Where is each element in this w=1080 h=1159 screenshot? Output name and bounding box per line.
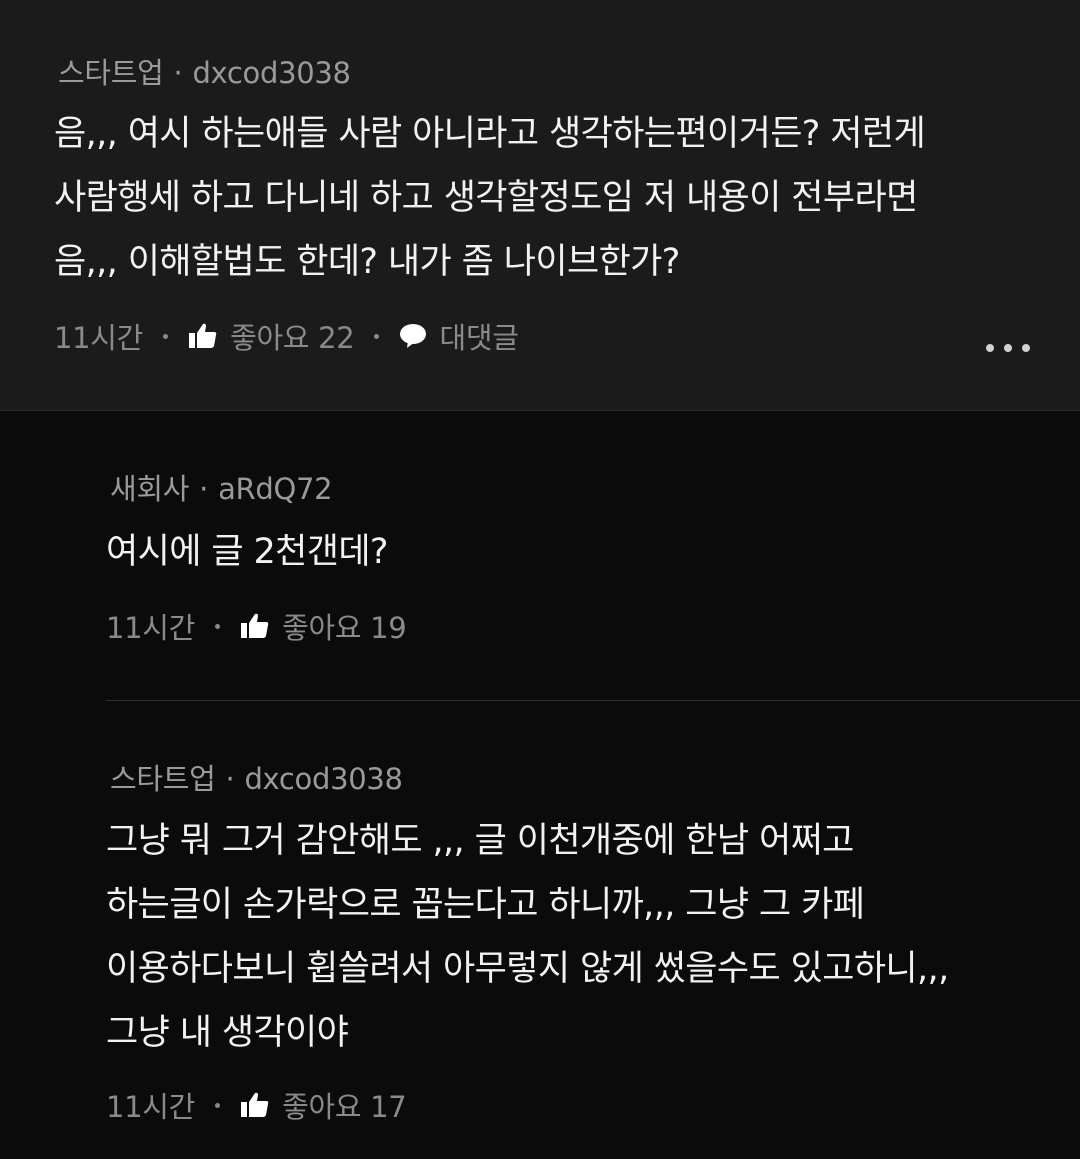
thumbs-up-icon[interactable] <box>240 612 270 640</box>
meta-separator: · <box>225 762 235 796</box>
footer-separator <box>374 333 380 339</box>
reply-meta: 스타트업 · dxcod3038 <box>110 756 403 798</box>
reply-footer: 11시간 좋아요 19 <box>106 604 407 648</box>
meta-separator: · <box>199 472 209 506</box>
like-count[interactable]: 좋아요 17 <box>282 1084 407 1126</box>
more-dot <box>1022 344 1030 352</box>
author-nickname[interactable]: dxcod3038 <box>192 56 351 90</box>
reply-text: 그냥 뭐 그거 감안해도 ,,, 글 이천개중에 한남 어쩌고 하는글이 손가락… <box>106 821 949 1053</box>
reply-footer: 11시간 좋아요 17 <box>106 1083 407 1127</box>
meta-separator: · <box>173 56 183 90</box>
more-options-icon[interactable] <box>986 338 1030 358</box>
comment-card: 스타트업 · dxcod3038 음,,, 여시 하는애들 사람 아니라고 생각하는… <box>0 0 1080 411</box>
author-company: 스타트업 <box>58 56 164 90</box>
comment-meta: 스타트업 · dxcod3038 <box>58 50 351 92</box>
author-nickname[interactable]: aRdQ72 <box>218 472 333 506</box>
reply-time: 11시간 <box>106 1090 196 1124</box>
like-count[interactable]: 좋아요 22 <box>230 315 355 357</box>
author-company: 스타트업 <box>110 762 216 796</box>
comment-footer: 11시간 좋아요 22 대댓글 <box>54 314 519 358</box>
reply-button[interactable]: 대댓글 <box>439 315 518 357</box>
thumbs-up-icon[interactable] <box>188 322 218 350</box>
reply-text: 여시에 글 2천갠데? <box>106 532 389 572</box>
reply-card: 새회사 · aRdQ72 여시에 글 2천갠데? 11시간 좋아요 19 <box>0 410 1080 700</box>
footer-separator <box>215 623 221 629</box>
reply-time: 11시간 <box>106 611 196 645</box>
like-count[interactable]: 좋아요 19 <box>282 605 407 647</box>
comment-time: 11시간 <box>54 321 144 355</box>
author-nickname[interactable]: dxcod3038 <box>244 762 403 796</box>
reply-meta: 새회사 · aRdQ72 <box>110 466 333 508</box>
comment-text: 음,,, 여시 하는애들 사람 아니라고 생각하는편이거든? 저런게 사람행세 … <box>54 114 926 282</box>
footer-separator <box>215 1102 221 1108</box>
author-company: 새회사 <box>110 472 190 506</box>
thumbs-up-icon[interactable] <box>240 1091 270 1119</box>
footer-separator <box>163 333 169 339</box>
more-dot <box>986 344 994 352</box>
reply-card: 스타트업 · dxcod3038 그냥 뭐 그거 감안해도 ,,, 글 이천개중에 … <box>0 701 1080 1159</box>
speech-bubble-icon[interactable] <box>399 323 427 349</box>
more-dot <box>1004 344 1012 352</box>
